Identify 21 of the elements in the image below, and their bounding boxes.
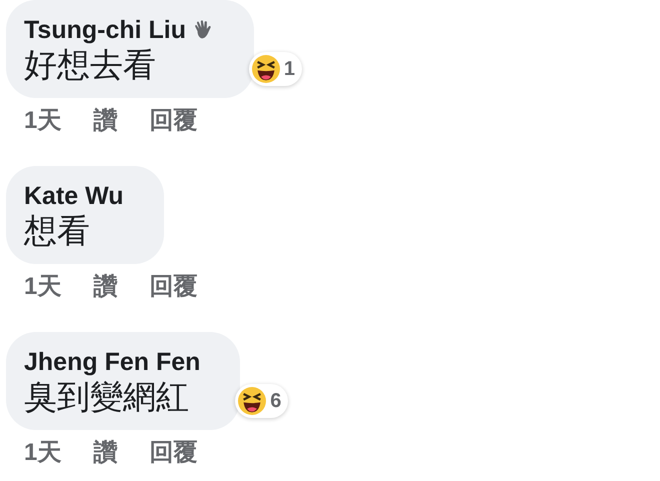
reply-button[interactable]: 回覆: [149, 104, 198, 136]
reaction-count: 6: [270, 390, 282, 412]
comment-text: 好想去看: [24, 46, 157, 84]
comment-time[interactable]: 1天: [24, 104, 62, 136]
like-button[interactable]: 讚: [93, 104, 118, 136]
like-button[interactable]: 讚: [93, 436, 118, 468]
like-button[interactable]: 讚: [93, 270, 118, 302]
comment-text: 想看: [24, 212, 91, 250]
reaction-badge[interactable]: 1: [248, 52, 302, 86]
author-name[interactable]: Tsung-chi Liu: [24, 14, 186, 46]
reply-button[interactable]: 回覆: [149, 436, 198, 468]
comment-text: 臭到變網紅: [24, 378, 190, 416]
laughing-emoji-icon: [238, 387, 266, 415]
reaction-count: 1: [284, 58, 296, 80]
reaction-badge[interactable]: 6: [235, 384, 288, 418]
author-name[interactable]: Kate Wu: [24, 180, 124, 212]
reply-button[interactable]: 回覆: [149, 270, 198, 302]
comment-time[interactable]: 1天: [24, 270, 62, 302]
author-name[interactable]: Jheng Fen Fen: [24, 346, 200, 378]
comment-time[interactable]: 1天: [24, 436, 62, 468]
laughing-emoji-icon: [252, 55, 280, 83]
